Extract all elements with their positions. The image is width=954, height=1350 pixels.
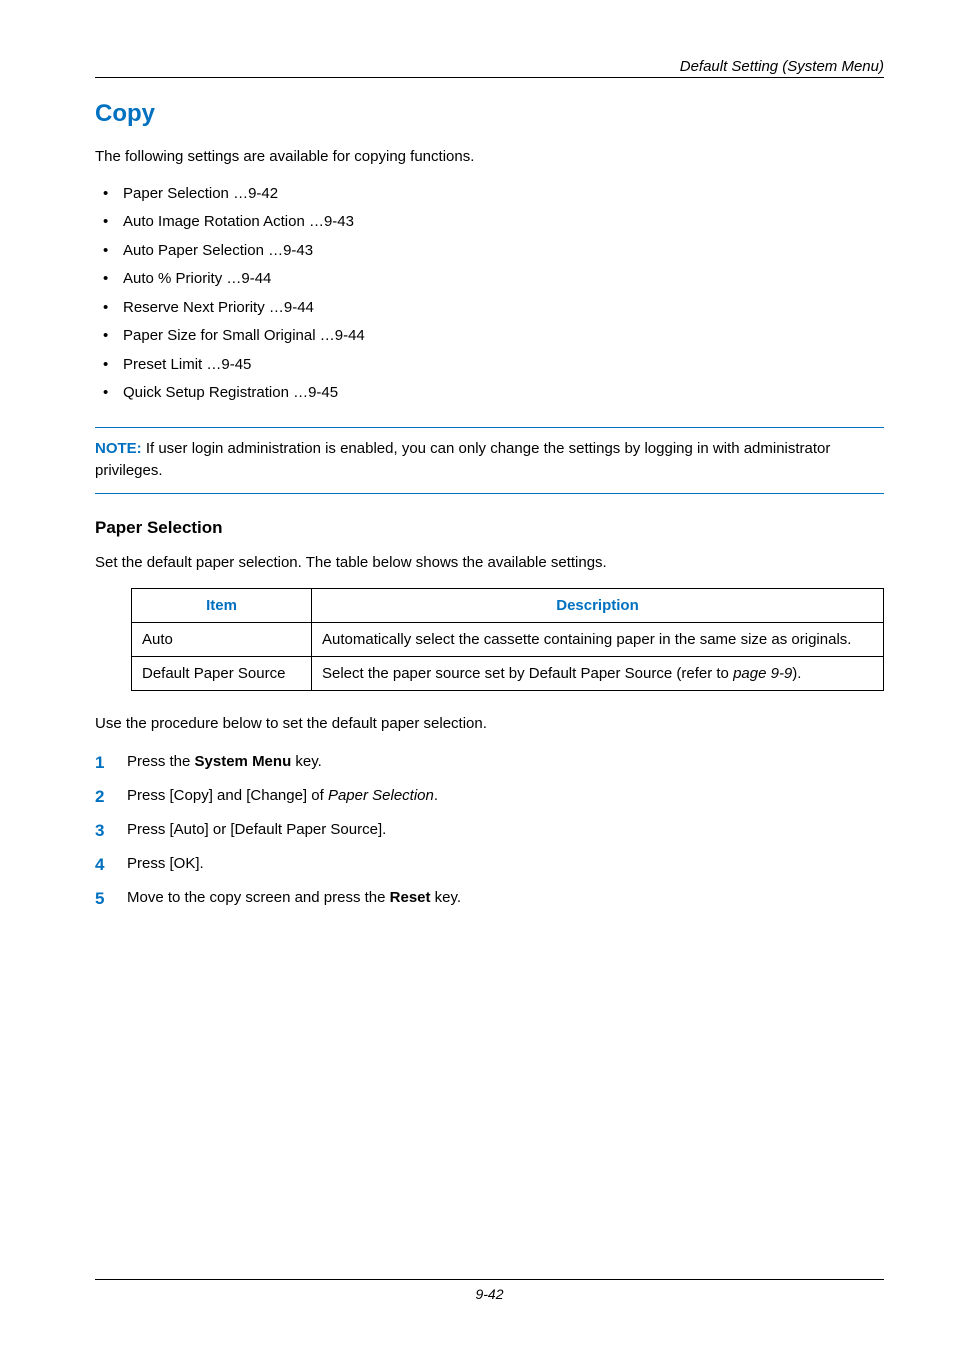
list-item: Auto % Priority …9-44 <box>95 268 884 291</box>
step-post: key. <box>291 753 322 770</box>
table-header-item: Item <box>132 589 312 623</box>
step-post: . <box>434 787 438 804</box>
list-item: Paper Size for Small Original …9-44 <box>95 325 884 348</box>
procedure-intro: Use the procedure below to set the defau… <box>95 713 884 736</box>
page-header: Default Setting (System Menu) <box>95 58 884 78</box>
step-text: Press [OK]. <box>127 855 204 872</box>
table-row: Default Paper Source Select the paper so… <box>132 657 884 691</box>
header-title: Default Setting (System Menu) <box>95 58 884 75</box>
list-item: Paper Selection …9-42 <box>95 183 884 206</box>
note-text: NOTE: If user login administration is en… <box>95 438 884 483</box>
section-title: Copy <box>95 100 884 128</box>
step-bold: System Menu <box>195 753 292 770</box>
list-item: Auto Paper Selection …9-43 <box>95 240 884 263</box>
note-body: If user login administration is enabled,… <box>95 440 830 480</box>
procedure-steps: 1 Press the System Menu key. 2 Press [Co… <box>95 750 884 910</box>
page-footer: 9-42 <box>95 1279 884 1302</box>
step-pre: Press the <box>127 753 195 770</box>
table-cell-item: Auto <box>132 623 312 657</box>
procedure-step: 4 Press [OK]. <box>95 852 884 876</box>
note-block: NOTE: If user login administration is en… <box>95 427 884 494</box>
desc-pre: Select the paper source set by Default P… <box>322 665 733 682</box>
step-number: 2 <box>95 783 104 810</box>
step-number: 5 <box>95 885 104 912</box>
desc-em: page 9-9 <box>733 665 792 682</box>
subsection-title: Paper Selection <box>95 518 884 538</box>
step-number: 4 <box>95 851 104 878</box>
step-number: 3 <box>95 817 104 844</box>
table-cell-item: Default Paper Source <box>132 657 312 691</box>
desc-post: ). <box>792 665 801 682</box>
header-rule <box>95 77 884 78</box>
table-header-description: Description <box>312 589 884 623</box>
list-item: Auto Image Rotation Action …9-43 <box>95 211 884 234</box>
procedure-step: 1 Press the System Menu key. <box>95 750 884 774</box>
step-pre: Move to the copy screen and press the <box>127 889 390 906</box>
table-cell-description: Automatically select the cassette contai… <box>312 623 884 657</box>
procedure-step: 2 Press [Copy] and [Change] of Paper Sel… <box>95 784 884 808</box>
table-cell-description: Select the paper source set by Default P… <box>312 657 884 691</box>
list-item: Quick Setup Registration …9-45 <box>95 382 884 405</box>
note-label: NOTE: <box>95 440 142 457</box>
table-header-row: Item Description <box>132 589 884 623</box>
step-post: key. <box>431 889 462 906</box>
step-em: Paper Selection <box>328 787 434 804</box>
list-item: Preset Limit …9-45 <box>95 354 884 377</box>
step-pre: Press [Copy] and [Change] of <box>127 787 328 804</box>
footer-page-number: 9-42 <box>95 1286 884 1302</box>
section-intro: The following settings are available for… <box>95 146 884 169</box>
procedure-step: 3 Press [Auto] or [Default Paper Source]… <box>95 818 884 842</box>
table-row: Auto Automatically select the cassette c… <box>132 623 884 657</box>
list-item: Reserve Next Priority …9-44 <box>95 297 884 320</box>
settings-list: Paper Selection …9-42 Auto Image Rotatio… <box>95 183 884 405</box>
procedure-step: 5 Move to the copy screen and press the … <box>95 886 884 910</box>
settings-table: Item Description Auto Automatically sele… <box>131 588 884 691</box>
footer-rule <box>95 1279 884 1280</box>
subsection-intro: Set the default paper selection. The tab… <box>95 552 884 575</box>
step-bold: Reset <box>390 889 431 906</box>
step-number: 1 <box>95 749 104 776</box>
step-text: Press [Auto] or [Default Paper Source]. <box>127 821 386 838</box>
